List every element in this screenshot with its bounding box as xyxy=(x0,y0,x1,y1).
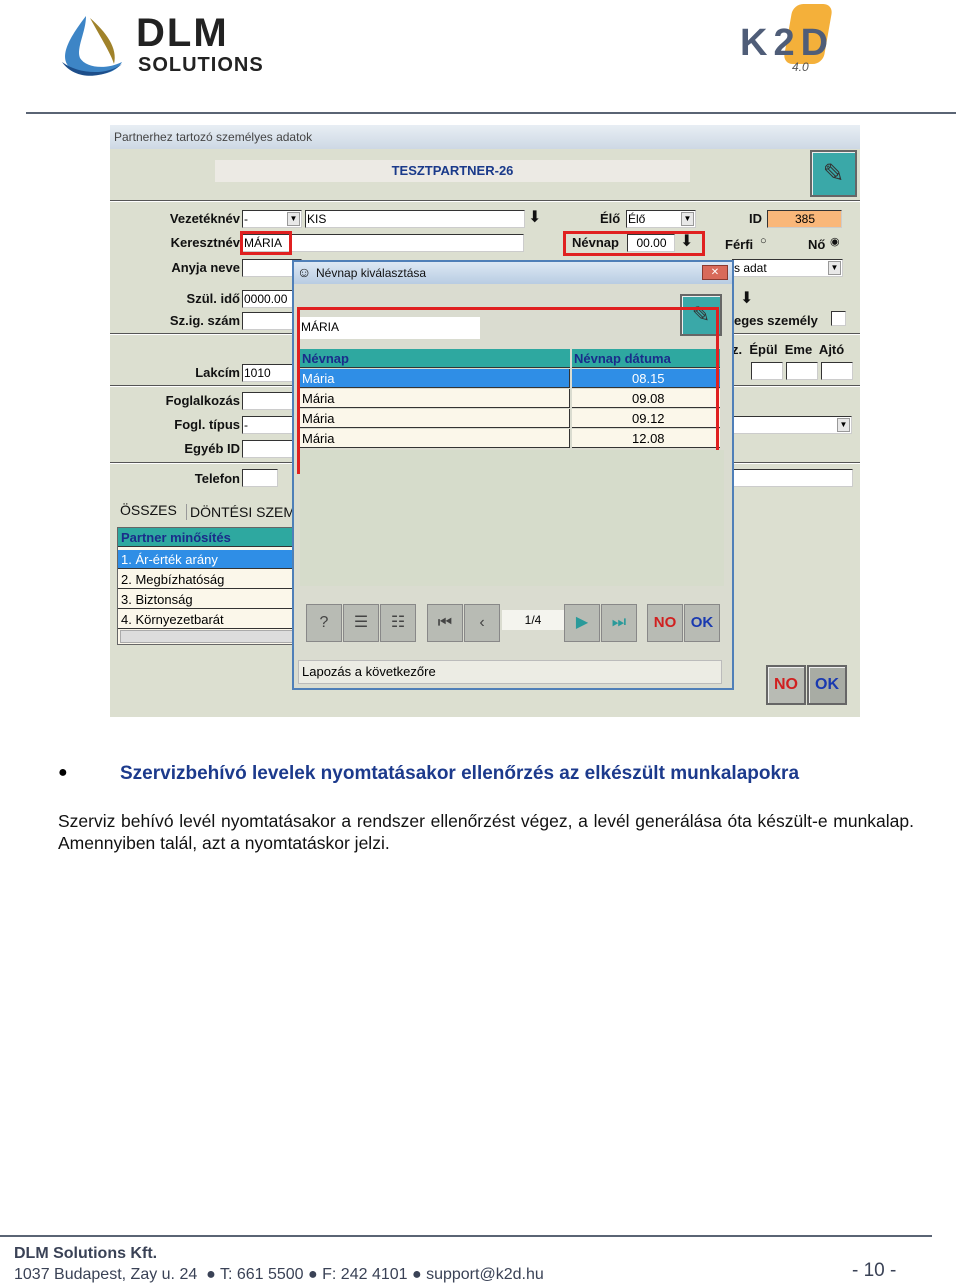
footer-rule xyxy=(0,1235,932,1237)
edit-button[interactable]: ✎ xyxy=(810,150,857,197)
close-icon: ✕ xyxy=(710,267,720,278)
address-columns-label: z. Épül Eme Ajtó xyxy=(732,342,845,357)
chevron-down-icon: ▼ xyxy=(681,212,694,226)
tab-osszes[interactable]: ÖSSZES xyxy=(120,502,177,518)
telefon-input[interactable] xyxy=(242,469,278,487)
body-paragraph: Szerviz behívó levél nyomtatásakor a ren… xyxy=(58,811,914,853)
prev-page-button[interactable]: ‹ xyxy=(464,604,500,642)
footer-company: DLM Solutions Kft. xyxy=(14,1245,158,1262)
dialog-status-bar: Lapozás a következőre xyxy=(298,660,722,684)
chevron-down-icon: ▼ xyxy=(837,418,850,432)
elo-select[interactable]: Élő ▼ xyxy=(626,210,696,228)
maganszemely-checkbox[interactable] xyxy=(831,311,846,326)
label-fogl-tipus: Fogl. típus xyxy=(174,417,240,432)
list-view-button[interactable]: ☰ xyxy=(343,604,379,642)
telefon-right-input[interactable] xyxy=(732,469,853,487)
main-no-button[interactable]: NO xyxy=(766,665,806,705)
app-screenshot: Partnerhez tartozó személyes adatok TESZ… xyxy=(110,125,860,717)
dlm-logo-mark-icon xyxy=(62,16,122,76)
rating-list-header: Partner minősítés xyxy=(118,528,298,547)
dialog-title: Névnap kiválasztása xyxy=(316,266,427,280)
list-item[interactable]: 3. Biztonság xyxy=(118,590,298,609)
label-lakcim: Lakcím xyxy=(195,365,240,380)
label-elo: Élő xyxy=(600,211,621,226)
partner-name-banner: TESZTPARTNER-26 xyxy=(215,160,690,182)
label-szul-ido: Szül. idő xyxy=(186,291,240,306)
emelet-input[interactable] xyxy=(786,362,818,380)
label-ferfi: Férfi xyxy=(725,237,754,252)
footer-address: 1037 Budapest, Zay u. 24 ● T: 661 5500 ●… xyxy=(14,1266,544,1283)
main-ok-button[interactable]: OK xyxy=(807,665,847,705)
window-title: Partnerhez tartozó személyes adatok xyxy=(114,130,313,144)
header-rule xyxy=(26,112,956,114)
ferfi-radio[interactable]: ○ xyxy=(760,235,767,247)
list-item[interactable]: 4. Környezetbarát xyxy=(118,610,298,629)
label-vezeteknev: Vezetéknév xyxy=(169,211,240,226)
section-heading: Szervizbehívó levelek nyomtatásakor elle… xyxy=(120,763,800,784)
dlm-logo: DLM SOLUTIONS xyxy=(56,12,296,78)
detail-view-button[interactable]: ☷ xyxy=(380,604,416,642)
label-maganszemely: eges személy xyxy=(734,313,818,328)
pager-display: 1/4 xyxy=(502,610,564,630)
dialog-ok-button[interactable]: OK xyxy=(684,604,720,642)
rating-list: Partner minősítés 1. Ár-érték arány 2. M… xyxy=(117,527,298,645)
dialog-app-icon: ☺ xyxy=(297,264,312,280)
label-egyeb-id: Egyéb ID xyxy=(184,441,240,456)
ajto-input[interactable] xyxy=(821,362,853,380)
keresztnev-highlight xyxy=(240,231,292,255)
label-anyja-neve: Anyja neve xyxy=(171,260,240,275)
dialog-no-button[interactable]: NO xyxy=(647,604,683,642)
vezeteknev-input[interactable]: KIS xyxy=(305,210,525,228)
right-select[interactable]: ▼ xyxy=(732,416,852,434)
label-no: Nő xyxy=(808,237,826,252)
label-id: ID xyxy=(749,211,762,226)
title-select[interactable]: - ▼ xyxy=(242,210,302,228)
epulet-input[interactable] xyxy=(751,362,783,380)
page-number: - 10 - xyxy=(852,1260,897,1281)
arrow-down-icon[interactable]: ⬇ xyxy=(740,288,753,308)
list-item[interactable]: 1. Ár-érték arány xyxy=(118,550,298,569)
label-telefon: Telefon xyxy=(194,471,240,486)
edit-icon: ✎ xyxy=(822,158,845,188)
list-item[interactable]: 2. Megbízhatóság xyxy=(118,570,298,589)
nevnap-dialog: ☺ Névnap kiválasztása ✕ ✎ MÁRIA Névnap N… xyxy=(292,260,734,690)
no-radio[interactable]: ◉ xyxy=(830,235,840,248)
dialog-grid-empty-area xyxy=(300,450,724,586)
last-page-button[interactable]: ⏭ xyxy=(601,604,637,642)
label-szig-szam: Sz.ig. szám xyxy=(169,313,240,328)
dialog-close-button[interactable]: ✕ xyxy=(702,265,728,280)
next-page-button[interactable]: ▶ xyxy=(564,604,600,642)
bullet-icon: ● xyxy=(58,764,68,781)
id-field: 385 xyxy=(767,210,842,228)
chevron-down-icon: ▼ xyxy=(287,212,300,226)
label-foglalkozas: Foglalkozás xyxy=(165,393,240,408)
first-page-button[interactable]: ⏮ xyxy=(427,604,463,642)
adat-select[interactable]: s adat ▼ xyxy=(732,259,843,277)
query-list-button[interactable]: ? xyxy=(306,604,342,642)
nevnap-highlight xyxy=(563,231,705,256)
k2d-logo: K2D 4.0 xyxy=(740,4,860,76)
label-keresztnev: Keresztnév xyxy=(170,235,240,250)
dialog-grid-highlight xyxy=(297,307,719,474)
tab-dontesi[interactable]: DÖNTÉSI SZEMP xyxy=(186,504,304,520)
arrow-down-icon[interactable]: ⬇ xyxy=(528,207,541,227)
chevron-down-icon: ▼ xyxy=(828,261,841,275)
horizontal-scrollbar[interactable] xyxy=(120,630,294,643)
